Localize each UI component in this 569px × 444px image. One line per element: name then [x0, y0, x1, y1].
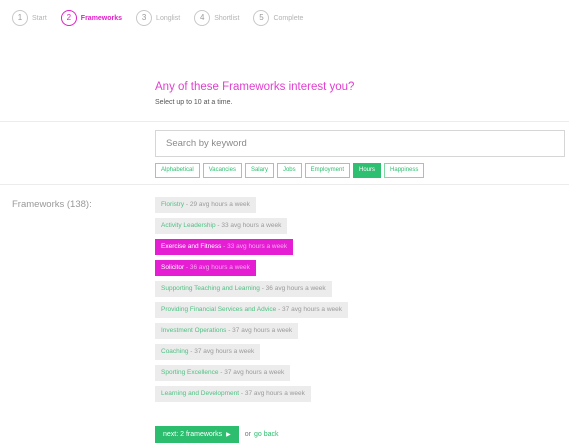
step-number: 3 — [136, 10, 153, 26]
framework-chip[interactable]: Coaching - 37 avg hours a week — [155, 344, 261, 360]
step-complete[interactable]: 5 Complete — [253, 10, 303, 26]
step-label: Frameworks — [80, 14, 123, 22]
filter-vacancies[interactable]: Vacancies — [202, 163, 242, 178]
filter-employment[interactable]: Employment — [304, 163, 351, 178]
divider — [0, 184, 569, 185]
search-input[interactable] — [155, 130, 565, 157]
step-label: Complete — [273, 14, 304, 22]
framework-hours: - 37 avg hours a week — [226, 327, 293, 334]
step-label: Longlist — [156, 14, 181, 22]
go-back-link[interactable]: go back — [254, 431, 279, 438]
framework-hours: - 33 avg hours a week — [221, 243, 288, 250]
next-button-label: next: 2 frameworks — [163, 431, 223, 438]
framework-chip[interactable]: Sporting Excellence - 37 avg hours a wee… — [155, 365, 291, 381]
step-start[interactable]: 1 Start — [12, 10, 47, 26]
play-arrow-icon: ▶ — [226, 432, 231, 438]
filter-alphabetical[interactable]: Alphabetical — [155, 163, 200, 178]
framework-chip[interactable]: Investment Operations - 37 avg hours a w… — [155, 323, 299, 339]
step-number: 5 — [253, 10, 270, 26]
framework-chip-selected[interactable]: Solicitor - 36 avg hours a week — [155, 260, 256, 276]
or-text: or — [244, 431, 251, 438]
divider — [0, 121, 569, 122]
framework-name: Coaching — [161, 348, 189, 355]
framework-hours: - 36 avg hours a week — [184, 264, 250, 271]
framework-name: Floristry — [161, 201, 185, 208]
framework-chip[interactable]: Supporting Teaching and Learning - 36 av… — [155, 281, 332, 297]
step-number: 1 — [12, 10, 28, 26]
filter-happiness[interactable]: Happiness — [384, 163, 425, 178]
framework-hours: - 29 avg hours a week — [184, 201, 250, 208]
framework-hours: - 37 avg hours a week — [239, 390, 305, 397]
framework-chip[interactable]: Learning and Development - 37 avg hours … — [155, 386, 311, 402]
frameworks-list: Floristry - 29 avg hours a week Activity… — [155, 197, 349, 407]
framework-name: Activity Leadership — [161, 222, 216, 229]
step-frameworks[interactable]: 2 Frameworks — [60, 10, 123, 26]
framework-name: Exercise and Fitness — [161, 243, 222, 250]
framework-hours: - 33 avg hours a week — [215, 222, 282, 229]
step-longlist[interactable]: 3 Longlist — [136, 10, 180, 26]
filter-hours[interactable]: Hours — [353, 163, 382, 178]
step-label: Start — [32, 14, 47, 22]
framework-chip[interactable]: Providing Financial Services and Advice … — [155, 302, 349, 318]
sort-filters: Alphabetical Vacancies Salary Jobs Emplo… — [155, 163, 427, 178]
filter-jobs[interactable]: Jobs — [276, 163, 302, 178]
page-subtitle: Select up to 10 at a time. — [155, 99, 233, 106]
framework-name: Sporting Excellence — [161, 369, 219, 376]
framework-hours: - 37 avg hours a week — [188, 348, 255, 355]
framework-chip[interactable]: Floristry - 29 avg hours a week — [155, 197, 256, 213]
next-button[interactable]: next: 2 frameworks ▶ — [155, 426, 239, 443]
page-title: Any of these Frameworks interest you? — [155, 81, 355, 93]
progress-steps: 1 Start 2 Frameworks 3 Longlist 4 Shortl… — [12, 9, 317, 27]
framework-hours: - 37 avg hours a week — [276, 306, 343, 313]
framework-chip[interactable]: Activity Leadership - 33 avg hours a wee… — [155, 218, 288, 234]
filter-salary[interactable]: Salary — [244, 163, 274, 178]
framework-name: Solicitor — [161, 264, 185, 271]
framework-name: Supporting Teaching and Learning — [161, 285, 260, 292]
framework-name: Providing Financial Services and Advice — [161, 306, 277, 313]
framework-hours: - 37 avg hours a week — [218, 369, 285, 376]
step-label: Shortlist — [214, 14, 240, 22]
step-number: 2 — [60, 10, 77, 26]
framework-name: Investment Operations — [161, 327, 227, 334]
step-number: 4 — [194, 10, 211, 26]
framework-chip-selected[interactable]: Exercise and Fitness - 33 avg hours a we… — [155, 239, 294, 255]
framework-hours: - 36 avg hours a week — [259, 285, 326, 292]
framework-name: Learning and Development — [161, 390, 240, 397]
frameworks-count-label: Frameworks (138): — [12, 199, 92, 210]
footer-actions: next: 2 frameworks ▶ or go back — [155, 426, 279, 443]
step-shortlist[interactable]: 4 Shortlist — [194, 10, 239, 26]
